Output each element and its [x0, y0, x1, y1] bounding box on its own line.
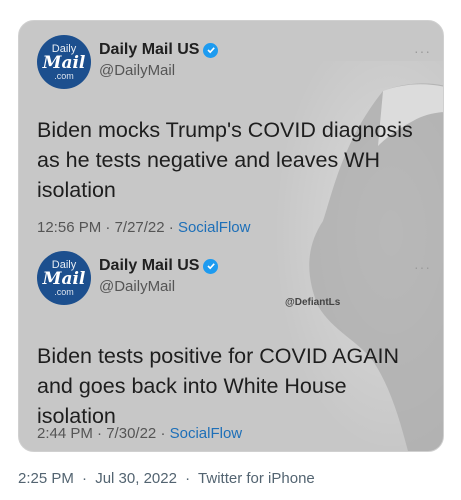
tweet-time: 12:56 PM	[37, 219, 102, 236]
logo-line-3: .com	[54, 70, 74, 81]
more-horizontal-icon[interactable]: ···	[414, 43, 431, 59]
tweet-source-link[interactable]: SocialFlow	[170, 425, 243, 442]
tweet-text: Biden mocks Trump's COVID diagnosis as h…	[37, 118, 413, 202]
logo-line-1: Daily	[51, 42, 77, 55]
footer-time[interactable]: 2:25 PM	[18, 470, 74, 487]
more-horizontal-icon[interactable]: ···	[414, 259, 431, 275]
watermark: @DefiantLs	[285, 297, 341, 308]
tweet-footer-meta: 2:25 PM · Jul 30, 2022 · Twitter for iPh…	[18, 470, 315, 487]
tweet-time: 2:44 PM	[37, 425, 93, 442]
handle[interactable]: @DailyMail	[99, 278, 218, 295]
quoted-image-card[interactable]: Daily Mail .com Daily Mail US @DailyMail…	[18, 20, 444, 452]
tweet-meta: 2:44 PM · 7/30/22 · SocialFlow	[37, 425, 242, 442]
separator-dot: ·	[105, 219, 115, 236]
separator-dot: ·	[97, 425, 107, 442]
tweet-date: 7/30/22	[106, 425, 157, 442]
logo-line-2: Mail	[42, 268, 86, 289]
verified-badge-icon	[203, 42, 219, 58]
tweet-meta: 12:56 PM · 7/27/22 · SocialFlow	[37, 219, 250, 236]
separator-dot: ·	[160, 425, 170, 442]
logo-line-3: .com	[54, 286, 74, 297]
logo-line-2: Mail	[42, 52, 86, 73]
display-name-row[interactable]: Daily Mail US	[99, 257, 219, 275]
display-name[interactable]: Daily Mail US	[99, 257, 199, 275]
footer-client: Twitter for iPhone	[198, 470, 315, 487]
separator-dot: ·	[185, 470, 191, 487]
handle[interactable]: @DailyMail	[99, 62, 218, 79]
logo-line-1: Daily	[51, 258, 77, 271]
separator-dot: ·	[82, 470, 88, 487]
footer-date[interactable]: Jul 30, 2022	[95, 470, 177, 487]
daily-mail-logo[interactable]: Daily Mail .com	[37, 35, 91, 89]
verified-badge-icon	[203, 258, 219, 274]
tweet-text: Biden tests positive for COVID AGAIN and…	[37, 344, 400, 428]
display-name-row[interactable]: Daily Mail US	[99, 41, 219, 59]
daily-mail-logo[interactable]: Daily Mail .com	[37, 251, 91, 305]
tweet-source-link[interactable]: SocialFlow	[178, 219, 251, 236]
separator-dot: ·	[168, 219, 178, 236]
tweet-date: 7/27/22	[114, 219, 165, 236]
author-block[interactable]: Daily Mail US @DailyMail	[99, 41, 219, 79]
author-block[interactable]: Daily Mail US @DailyMail	[99, 257, 219, 295]
display-name[interactable]: Daily Mail US	[99, 41, 199, 59]
